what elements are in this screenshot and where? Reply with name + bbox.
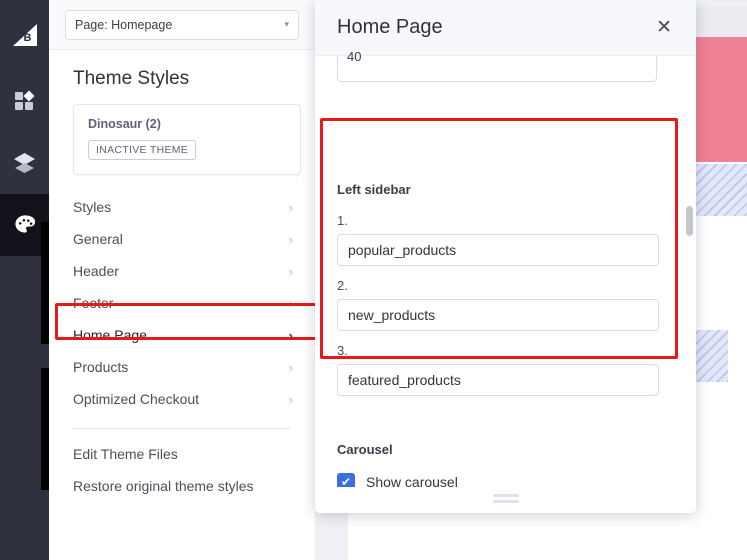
- sidebar-item-label: Home Page: [73, 327, 147, 343]
- modal-scrollbar-thumb[interactable]: [686, 206, 693, 236]
- status-badge: INACTIVE THEME: [88, 140, 197, 160]
- left-sidebar-input-2-value: new_products: [348, 307, 436, 323]
- numeric-field-cut-off[interactable]: 40: [337, 49, 657, 82]
- sidebar-item-label: Optimized Checkout: [73, 391, 200, 407]
- theme-section-nav: Styles › General › Header › Footer › Hom…: [65, 191, 299, 502]
- page-select[interactable]: Page: Homepage ▾: [65, 9, 299, 40]
- chevron-right-icon: ›: [288, 359, 293, 375]
- left-sidebar-input-3[interactable]: featured_products: [337, 364, 659, 396]
- field-number-3: 3.: [337, 343, 348, 358]
- modal-scrollbar[interactable]: [686, 116, 693, 513]
- palette-icon: [14, 215, 35, 233]
- logo-b-icon: B: [12, 24, 37, 46]
- numeric-field-value: 40: [347, 49, 362, 64]
- sidebar-item-layers[interactable]: [0, 132, 49, 194]
- field-number-1: 1.: [337, 213, 348, 228]
- left-sidebar-input-1[interactable]: popular_products: [337, 234, 659, 266]
- sidebar-item-products[interactable]: Products ›: [65, 351, 299, 383]
- grid-icon: [14, 90, 34, 110]
- sidebar-item-apps[interactable]: [0, 70, 49, 132]
- page-select-value: Page: Homepage: [75, 17, 173, 32]
- modal-resize-footer[interactable]: [315, 487, 696, 513]
- theme-styles-panel: Page: Homepage ▾ Theme Styles Dinosaur (…: [49, 0, 315, 560]
- chevron-right-icon: ›: [288, 231, 293, 247]
- theme-editor-screen: is, $45.99$55.99 ★★★★★(5) B: [0, 0, 747, 560]
- modal-body: 40 Left sidebar 1. popular_products 2. n…: [315, 49, 696, 513]
- page-selector-bar: Page: Homepage ▾: [49, 0, 315, 50]
- drag-handle-icon[interactable]: [492, 494, 519, 506]
- left-sidebar-section: Left sidebar 1. popular_products 2. new_…: [337, 182, 665, 408]
- chevron-right-icon: ›: [288, 327, 293, 343]
- page-title: Theme Styles: [73, 68, 190, 89]
- chevron-down-icon: ▾: [284, 19, 289, 29]
- theme-name: Dinosaur (2): [88, 117, 161, 131]
- edit-theme-files-link[interactable]: Edit Theme Files: [65, 438, 299, 470]
- sidebar-item-label: Styles: [73, 199, 112, 215]
- divider: [73, 428, 291, 429]
- theme-card[interactable]: Dinosaur (2) INACTIVE THEME: [73, 104, 301, 175]
- global-nav-rail: B: [0, 0, 49, 560]
- field-number-2: 2.: [337, 278, 348, 293]
- sidebar-item-general[interactable]: General ›: [65, 223, 299, 255]
- layers-icon: [14, 153, 35, 173]
- sidebar-item-label: General: [73, 231, 123, 247]
- chevron-right-icon: ›: [288, 391, 293, 407]
- bigcommerce-logo[interactable]: B: [0, 0, 49, 70]
- sidebar-item-label: Header: [73, 263, 119, 279]
- left-sidebar-input-1-value: popular_products: [348, 242, 457, 258]
- sidebar-item-footer[interactable]: Footer ›: [65, 287, 299, 319]
- left-sidebar-input-3-value: featured_products: [348, 372, 461, 388]
- chevron-right-icon: ›: [288, 199, 293, 215]
- carousel-heading: Carousel: [337, 442, 393, 457]
- sidebar-item-styles[interactable]: Styles ›: [65, 191, 299, 223]
- sidebar-item-optimized-checkout[interactable]: Optimized Checkout ›: [65, 383, 299, 415]
- chevron-right-icon: ›: [288, 295, 293, 311]
- modal-title: Home Page: [337, 16, 443, 38]
- rail-divider-bottom: [41, 368, 49, 490]
- sidebar-item-label: Products: [73, 359, 129, 375]
- left-sidebar-input-2[interactable]: new_products: [337, 299, 659, 331]
- modal-header: Home Page ✕: [315, 0, 696, 56]
- left-sidebar-heading: Left sidebar: [337, 182, 411, 197]
- home-page-settings-modal: Home Page ✕ 40 Left sidebar 1. popular_p…: [315, 0, 696, 513]
- sidebar-item-label: Footer: [73, 295, 114, 311]
- close-icon[interactable]: ✕: [650, 14, 678, 41]
- sidebar-item-header[interactable]: Header ›: [65, 255, 299, 287]
- rail-divider-top: [41, 222, 49, 344]
- svg-text:B: B: [23, 32, 31, 44]
- restore-theme-styles-link[interactable]: Restore original theme styles: [65, 470, 299, 502]
- theme-styles-body: Theme Styles Dinosaur (2) INACTIVE THEME…: [49, 68, 315, 502]
- sidebar-item-home-page[interactable]: Home Page ›: [65, 319, 299, 351]
- chevron-right-icon: ›: [288, 263, 293, 279]
